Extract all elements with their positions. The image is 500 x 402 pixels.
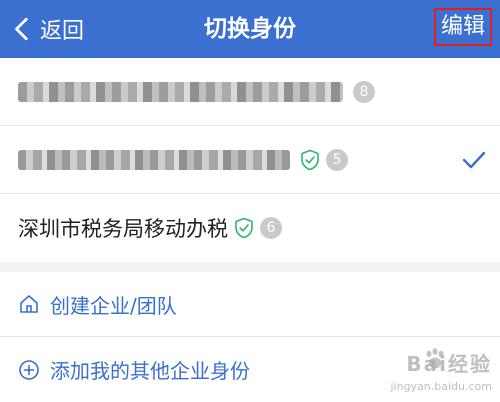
count-badge: 6 [260,217,282,239]
verified-shield-icon [301,149,319,170]
edit-button[interactable]: 编辑 [434,8,492,46]
page-title: 切换身份 [204,16,296,42]
verified-shield-icon [235,217,253,239]
add-identity-label: 添加我的其他企业身份 [50,359,250,383]
watermark-text: Bai经验 [406,352,492,376]
nav-header: 返回 切换身份 编辑 [0,0,500,58]
create-team-button[interactable]: 创建企业/团队 [0,272,500,337]
count-badge: 8 [353,80,375,103]
identity-list: 8 5 深圳市税务局移动办税 6 [0,58,500,262]
home-icon [20,295,38,313]
identity-item[interactable]: 5 [0,126,500,194]
watermark-url: jingyan.baidu.com [390,380,492,393]
org-name: 深圳市税务局移动办税 [18,217,228,241]
count-badge: 5 [326,148,348,171]
selected-check-icon [462,151,486,169]
plus-circle-icon [19,359,39,380]
create-team-label: 创建企业/团队 [50,293,177,318]
identity-item[interactable]: 8 [0,58,500,126]
identity-item[interactable]: 深圳市税务局移动办税 6 [0,194,500,262]
baidu-watermark: Bai经验 jingyan.baidu.com [390,346,492,396]
blurred-org-name [18,149,290,170]
blurred-org-name [18,81,343,102]
